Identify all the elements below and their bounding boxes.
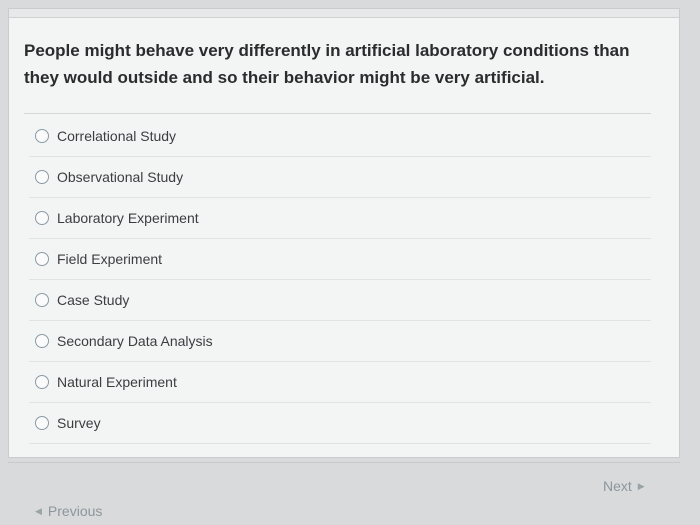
divider	[8, 462, 680, 463]
radio-button-icon[interactable]	[35, 129, 49, 143]
radio-button-icon[interactable]	[35, 252, 49, 266]
radio-button-icon[interactable]	[35, 293, 49, 307]
option-case-study[interactable]: Case Study	[29, 280, 651, 321]
option-label: Field Experiment	[57, 251, 163, 267]
next-button[interactable]: Next ▶	[603, 478, 645, 494]
radio-button-icon[interactable]	[35, 416, 49, 430]
question-card: People might behave very differently in …	[8, 8, 680, 458]
divider	[24, 113, 651, 114]
caret-left-icon: ◀	[35, 505, 42, 516]
card-top-bar	[9, 9, 679, 18]
option-observational-study[interactable]: Observational Study	[29, 157, 651, 198]
radio-button-icon[interactable]	[35, 375, 49, 389]
radio-button-icon[interactable]	[35, 170, 49, 184]
option-correlational-study[interactable]: Correlational Study	[29, 116, 651, 157]
answer-options: Correlational Study Observational Study …	[29, 116, 651, 444]
option-secondary-data-analysis[interactable]: Secondary Data Analysis	[29, 321, 651, 362]
option-label: Case Study	[57, 292, 130, 308]
option-laboratory-experiment[interactable]: Laboratory Experiment	[29, 198, 651, 239]
option-label: Laboratory Experiment	[57, 210, 199, 226]
option-natural-experiment[interactable]: Natural Experiment	[29, 362, 651, 403]
option-label: Observational Study	[57, 169, 184, 185]
question-text: People might behave very differently in …	[24, 41, 630, 87]
caret-right-icon: ▶	[637, 480, 645, 491]
previous-button[interactable]: ◀ Previous	[35, 503, 102, 519]
next-label: Next	[603, 478, 632, 494]
option-label: Survey	[57, 415, 101, 431]
radio-button-icon[interactable]	[35, 211, 49, 225]
radio-button-icon[interactable]	[35, 334, 49, 348]
option-label: Correlational Study	[57, 128, 177, 144]
option-label: Secondary Data Analysis	[57, 333, 213, 349]
option-label: Natural Experiment	[57, 374, 177, 390]
option-field-experiment[interactable]: Field Experiment	[29, 239, 651, 280]
previous-label: Previous	[47, 503, 103, 519]
option-survey[interactable]: Survey	[29, 403, 651, 444]
